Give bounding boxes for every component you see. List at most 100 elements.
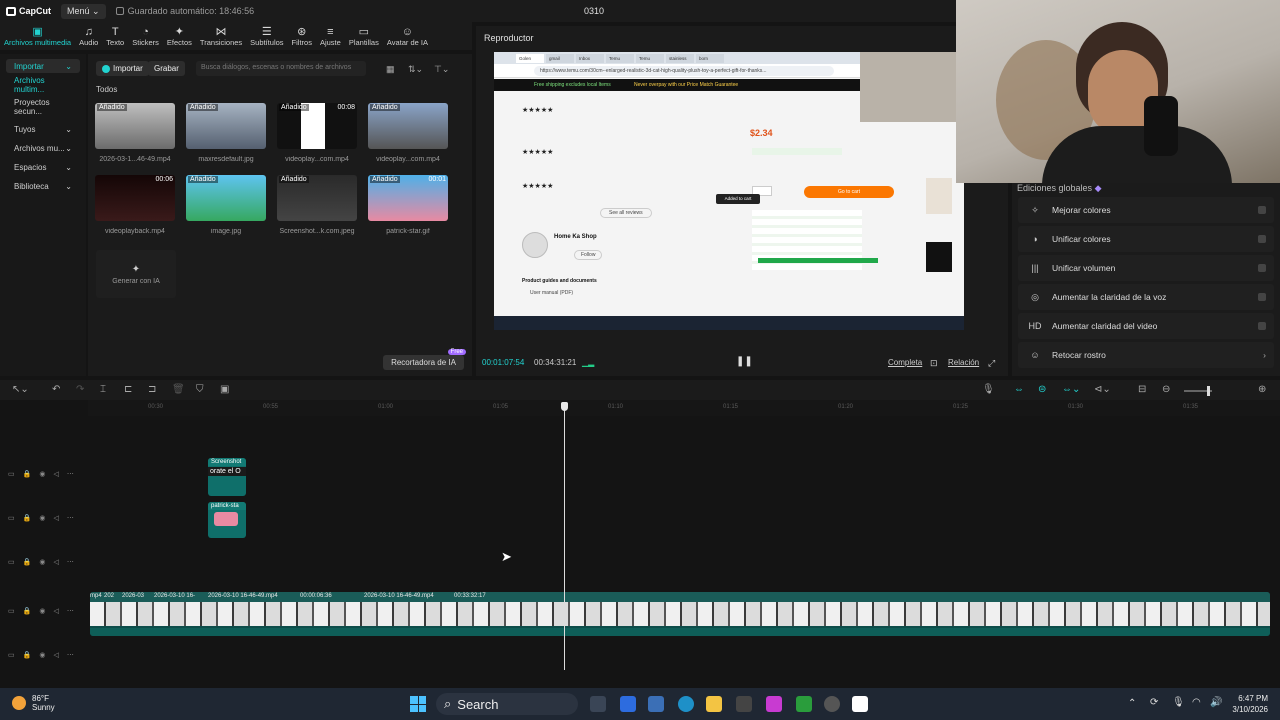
sidebar-item-1[interactable]: Archivos multim... (6, 76, 80, 94)
snap-icon[interactable]: ⇔⌄ (1062, 384, 1080, 395)
menu-button[interactable]: Menú ⌄ (61, 3, 106, 19)
mute-icon[interactable]: ◁ (53, 607, 58, 615)
toggle-switch[interactable] (1258, 264, 1266, 272)
see-all-reviews[interactable]: See all reviews (600, 208, 652, 218)
taskbar-search[interactable]: ⌕ Search (436, 693, 578, 715)
lock-icon[interactable]: 🔒 (23, 470, 32, 478)
edge-icon[interactable] (678, 696, 694, 712)
sidebar-item-5[interactable]: Espacios ⌄ (6, 160, 80, 174)
toolbar-tab-filters[interactable]: ⊛ Filtros (288, 22, 316, 50)
ai-cutout-button[interactable]: Recortadora de IA Free (383, 349, 466, 370)
shield-icon[interactable]: ⛉ (196, 384, 204, 395)
sidebar-item-4[interactable]: Archivos mu... ⌄ (6, 141, 80, 155)
mute-icon[interactable]: ◁ (53, 470, 58, 478)
select-tool-icon[interactable]: ↖⌄ (12, 384, 29, 395)
weather-widget[interactable]: 86°F Sunny (12, 694, 55, 712)
lock-icon[interactable]: 🔒 (23, 651, 32, 659)
playhead-handle[interactable] (561, 402, 568, 411)
browser-tab[interactable]: Temu (636, 54, 664, 63)
visibility-icon[interactable]: ◉ (39, 514, 45, 522)
media-search-input[interactable]: Busca diálogos, escenas o nombres de arc… (196, 61, 366, 76)
toolbar-tab-effects[interactable]: ✦ Efectos (163, 22, 196, 50)
toolbar-tab-text[interactable]: T Texto (102, 22, 128, 50)
mic-icon[interactable]: 🎙 (982, 384, 995, 395)
mute-icon[interactable]: ◁ (53, 651, 58, 659)
redo-icon[interactable]: ↷ (76, 384, 84, 395)
playhead[interactable] (564, 404, 565, 670)
expand-icon[interactable]: ⤢ (988, 358, 995, 369)
browser-tab[interactable]: Temu (606, 54, 634, 63)
media-thumb[interactable]: Añadido 00:08 (277, 103, 357, 149)
toolbar-tab-avatar[interactable]: ☺ Avatar de IA (383, 22, 432, 50)
task-view-icon[interactable] (590, 696, 606, 712)
global-edit-item[interactable]: ☺ Retocar rostro › (1018, 342, 1274, 368)
record-button[interactable]: Grabar (148, 61, 185, 76)
go-to-cart-button[interactable]: Go to cart (804, 186, 894, 198)
media-thumb[interactable]: Añadido (368, 103, 448, 149)
global-edit-item[interactable]: ◑ Unificar colores (1018, 226, 1274, 252)
trim-left-icon[interactable]: ⊏ (124, 384, 132, 395)
preview-axis-icon[interactable]: ⊲⌄ (1094, 384, 1111, 395)
file-explorer-icon[interactable] (706, 696, 722, 712)
instagram-icon[interactable] (766, 696, 782, 712)
more-icon[interactable]: ⋯ (67, 651, 74, 659)
toggle-switch[interactable] (1258, 293, 1266, 301)
aspect-ratio-button[interactable]: Relación (948, 358, 979, 367)
toggle-switch[interactable] (1258, 206, 1266, 214)
global-edit-item[interactable]: ||| Unificar volumen (1018, 255, 1274, 281)
main-video-clip[interactable]: mp4 202 2026-03 2026-03-10 16- 2026-03-10 16… (90, 592, 1270, 636)
global-edit-item[interactable]: ◎ Aumentar la claridad de la voz (1018, 284, 1274, 310)
media-thumb[interactable]: Añadido (186, 103, 266, 149)
media-thumb[interactable]: 00:06 (95, 175, 175, 221)
store-icon[interactable] (736, 696, 752, 712)
more-icon[interactable]: ⋯ (67, 607, 74, 615)
browser-tab[interactable]: Inbox (576, 54, 604, 63)
mute-icon[interactable]: ◁ (53, 558, 58, 566)
sort-icon[interactable]: ⇅⌄ (408, 64, 423, 75)
sidebar-item-2[interactable]: Proyectos secun... (6, 98, 80, 116)
user-manual[interactable]: User manual (PDF) (530, 290, 573, 296)
browser-tab[interactable]: born (696, 54, 724, 63)
xbox-icon[interactable] (796, 696, 812, 712)
split-icon[interactable]: ⌶ (100, 384, 106, 395)
follow-button[interactable]: Follow (574, 250, 603, 260)
browser-tab[interactable]: stainless (666, 54, 694, 63)
toolbar-tab-audio[interactable]: ♫ Audio (75, 22, 102, 50)
visibility-icon[interactable]: ◉ (39, 607, 45, 615)
snapshot-icon[interactable]: ⊡ (930, 358, 938, 369)
caption-icon[interactable]: ⊟ (1138, 384, 1146, 395)
preview-screen[interactable]: Golen gmail Inbox Temu Temu stainless born htt… (494, 52, 964, 330)
sidebar-item-6[interactable]: Biblioteca ⌄ (6, 179, 80, 193)
capcut-taskbar-icon[interactable] (852, 696, 868, 712)
global-edit-item[interactable]: ✧ Mejorar colores (1018, 197, 1274, 223)
lock-icon[interactable]: 🔒 (23, 514, 32, 522)
windows-start-icon[interactable] (410, 696, 426, 712)
browser-tab[interactable]: gmail (546, 54, 574, 63)
chrome-icon[interactable] (824, 696, 840, 712)
toolbar-tab-transitions[interactable]: ⋈ Transiciones (196, 22, 246, 50)
toolbar-tab-adjust[interactable]: ≡ Ajuste (316, 22, 345, 50)
media-thumb[interactable]: Añadido (277, 175, 357, 221)
wifi-icon[interactable]: ◠ (1192, 697, 1201, 708)
toggle-switch[interactable] (1258, 235, 1266, 243)
media-thumb[interactable]: Añadido (186, 175, 266, 221)
grid-view-icon[interactable]: ▦ (386, 64, 395, 75)
more-icon[interactable]: ⋯ (67, 470, 74, 478)
undo-icon[interactable]: ↶ (52, 384, 60, 395)
zoom-in-icon[interactable]: ⊕ (1258, 384, 1266, 395)
visibility-icon[interactable]: ◉ (39, 558, 45, 566)
global-edit-item[interactable]: HD Aumentar claridad del video (1018, 313, 1274, 339)
toolbar-tab-sticker[interactable]: ◔ Stickers (128, 22, 163, 50)
link-icon[interactable]: ⇔ (1014, 384, 1024, 395)
delete-icon[interactable]: 🗑 (172, 384, 185, 395)
product-thumb-1[interactable] (926, 178, 952, 214)
more-icon[interactable]: ⋯ (67, 558, 74, 566)
sidebar-item-0[interactable]: Importar ⌄ (6, 59, 80, 73)
filter-all-label[interactable]: Todos (96, 85, 117, 94)
toolbar-tab-media[interactable]: ▣ Archivos multimedia (0, 22, 75, 50)
volume-icon[interactable]: 🔊 (1210, 697, 1222, 708)
tray-chevron-icon[interactable]: ⌃ (1128, 698, 1136, 709)
magnet-icon[interactable]: ⊜ (1038, 384, 1046, 395)
filter-icon[interactable]: ⊤⌄ (434, 64, 449, 75)
generate-ai-tile[interactable]: ✦ Generar con IA (96, 250, 176, 298)
